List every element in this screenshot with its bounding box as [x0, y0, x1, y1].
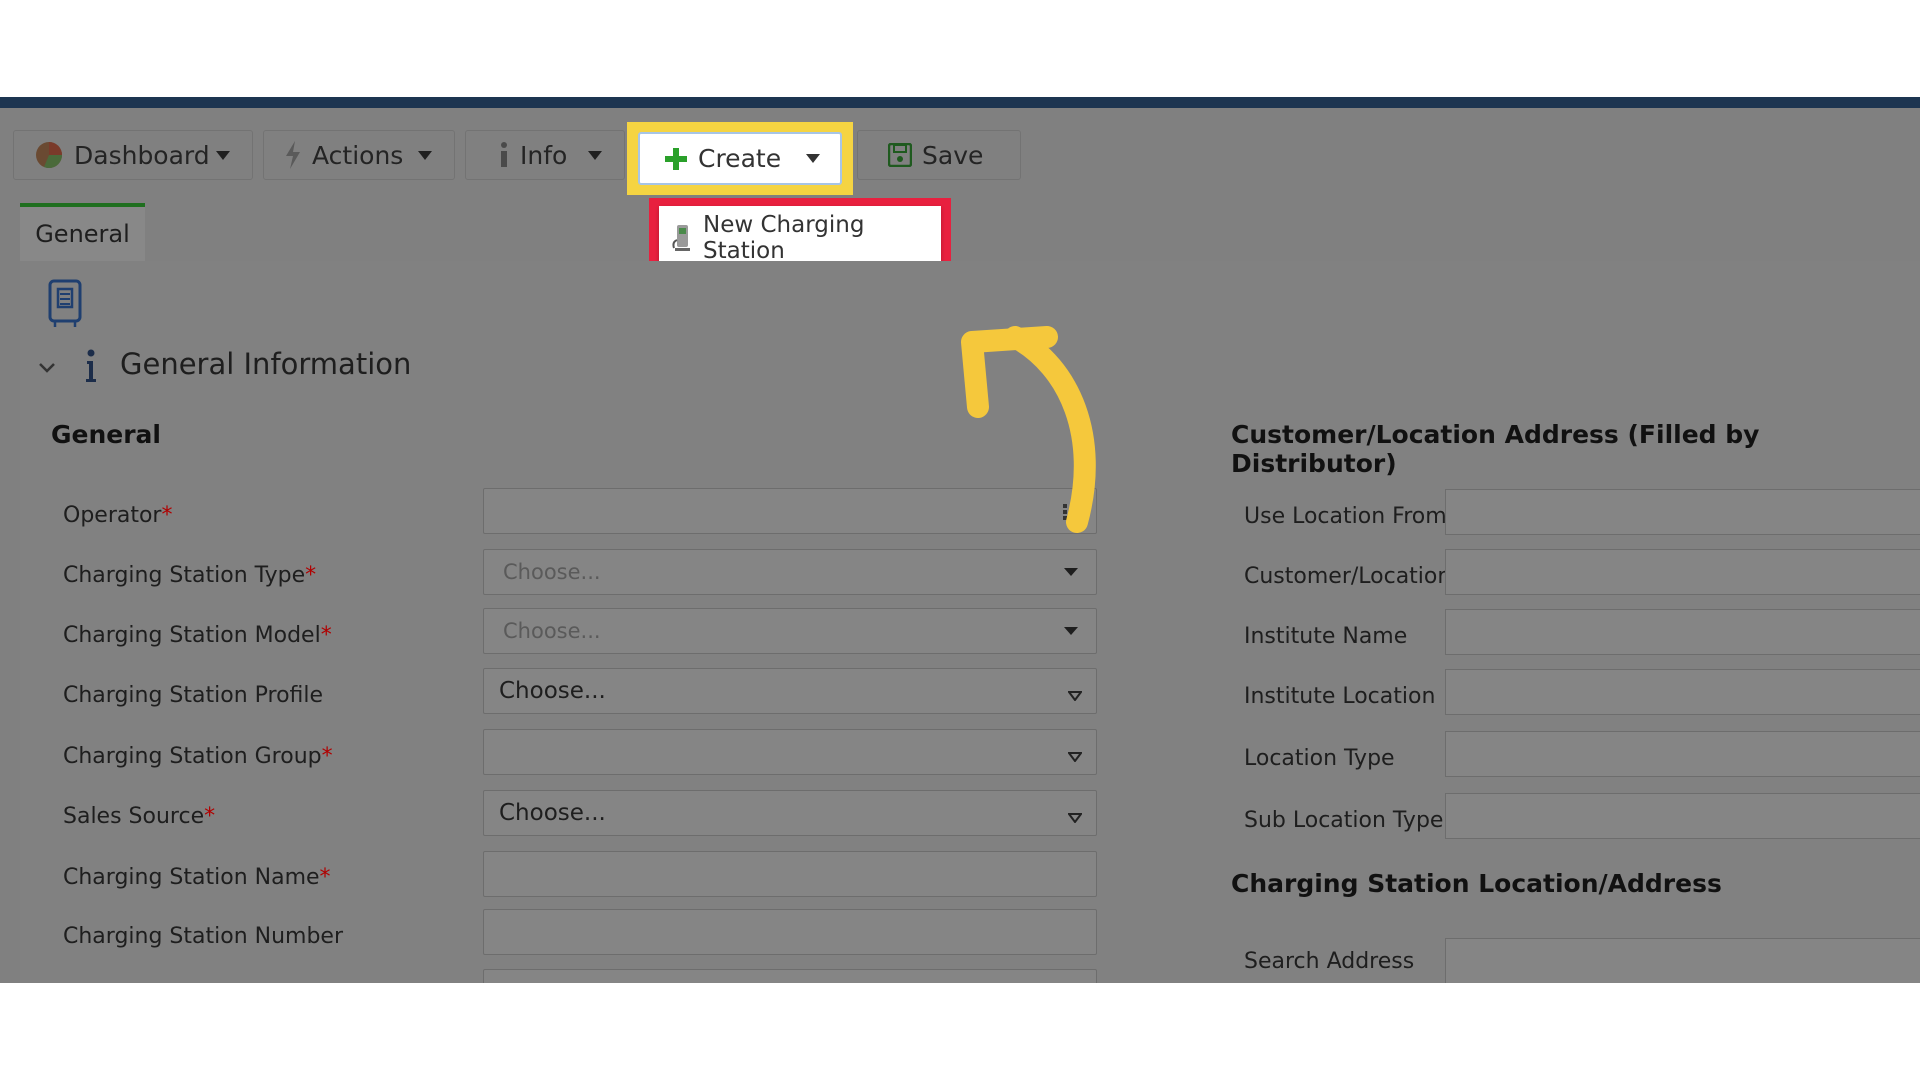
customer-location-heading: Customer/Location Address (Filled by Dis…	[1231, 420, 1760, 478]
annotation-arrow	[961, 326, 1096, 533]
field-label-sales-source: Sales Source*	[63, 804, 216, 829]
charging-station-model-select[interactable]: Choose...	[483, 608, 1097, 654]
save-label: Save	[922, 140, 984, 170]
dashboard-button[interactable]: Dashboard	[13, 130, 253, 180]
field-label-use-location-from: Use Location From	[1244, 504, 1447, 529]
field-label-charging-station-profile: Charging Station Profile	[63, 683, 324, 708]
placeholder: Choose...	[503, 560, 601, 584]
institute-location-input[interactable]	[1445, 669, 1920, 715]
lightning-icon	[284, 141, 302, 169]
field-label-charging-station-number: Charging Station Number	[63, 924, 344, 949]
bottom-margin	[0, 983, 1920, 1080]
charging-station-profile-select[interactable]: Choose...	[483, 668, 1097, 714]
tab-general[interactable]: General	[20, 203, 145, 261]
app-top-bar	[0, 97, 1920, 108]
collapse-chevron-icon[interactable]	[38, 359, 56, 373]
field-label-search-address: Search Address	[1244, 949, 1415, 974]
field-label-customer-location: Customer/Location	[1244, 564, 1452, 589]
section-title: General Information	[120, 347, 412, 381]
save-button[interactable]: Save	[857, 130, 1021, 180]
search-address-input[interactable]	[1445, 938, 1920, 983]
chevron-down-icon	[418, 151, 432, 160]
institute-name-input[interactable]	[1445, 609, 1920, 655]
field-label-charging-station-type: Charging Station Type*	[63, 563, 317, 588]
field-label-charging-station-model: Charging Station Model*	[63, 623, 332, 648]
info-label: Info	[520, 140, 568, 170]
create-label: Create	[698, 144, 782, 173]
create-button[interactable]: Create	[638, 132, 842, 185]
tab-label: General	[35, 220, 130, 248]
sales-source-select[interactable]: Choose...	[483, 790, 1097, 836]
dropdown-arrow-icon	[1067, 686, 1083, 702]
field-label-location-type: Location Type	[1244, 746, 1395, 771]
field-label-sub-location-type: Sub Location Type	[1244, 808, 1444, 833]
field-label-charging-station-name: Charging Station Name*	[63, 865, 331, 890]
selected-value: Choose...	[499, 800, 606, 826]
charging-station-location-heading: Charging Station Location/Address	[1231, 869, 1722, 898]
chevron-down-icon	[588, 151, 602, 160]
dropdown-arrow-icon	[1067, 808, 1083, 824]
plus-icon	[664, 147, 688, 171]
save-icon	[887, 142, 913, 168]
field-label-institute-location: Institute Location	[1244, 684, 1436, 709]
chevron-down-icon	[216, 151, 230, 160]
dropdown-arrow-icon	[1067, 747, 1083, 763]
general-heading: General	[51, 420, 161, 449]
info-icon	[498, 141, 510, 169]
selected-value: Choose...	[499, 678, 606, 704]
document-icon	[46, 279, 84, 329]
charging-station-group-select[interactable]	[483, 729, 1097, 775]
info-icon	[84, 349, 98, 383]
use-location-from-input[interactable]	[1445, 489, 1920, 535]
field-label-charging-station-group: Charging Station Group*	[63, 744, 333, 769]
dropdown-arrow-icon	[1064, 568, 1078, 576]
chevron-down-icon	[806, 154, 820, 163]
app-window: Dashboard Actions Info Save Create New C…	[0, 97, 1920, 983]
charging-station-name-input[interactable]	[483, 851, 1097, 897]
customer-location-input[interactable]	[1445, 549, 1920, 595]
info-button[interactable]: Info	[465, 130, 625, 180]
actions-button[interactable]: Actions	[263, 130, 455, 180]
pie-chart-icon	[34, 140, 64, 170]
dropdown-arrow-icon	[1064, 627, 1078, 635]
dashboard-label: Dashboard	[74, 140, 210, 170]
placeholder: Choose...	[503, 619, 601, 643]
charging-station-number-input[interactable]	[483, 909, 1097, 955]
actions-label: Actions	[312, 140, 404, 170]
next-field-input[interactable]	[483, 969, 1097, 983]
field-label-institute-name: Institute Name	[1244, 624, 1408, 649]
field-label-operator: Operator*	[63, 503, 173, 528]
sub-location-type-input[interactable]	[1445, 793, 1920, 839]
toolbar: Dashboard Actions Info Save Create New C…	[0, 108, 1920, 281]
location-type-input[interactable]	[1445, 731, 1920, 777]
